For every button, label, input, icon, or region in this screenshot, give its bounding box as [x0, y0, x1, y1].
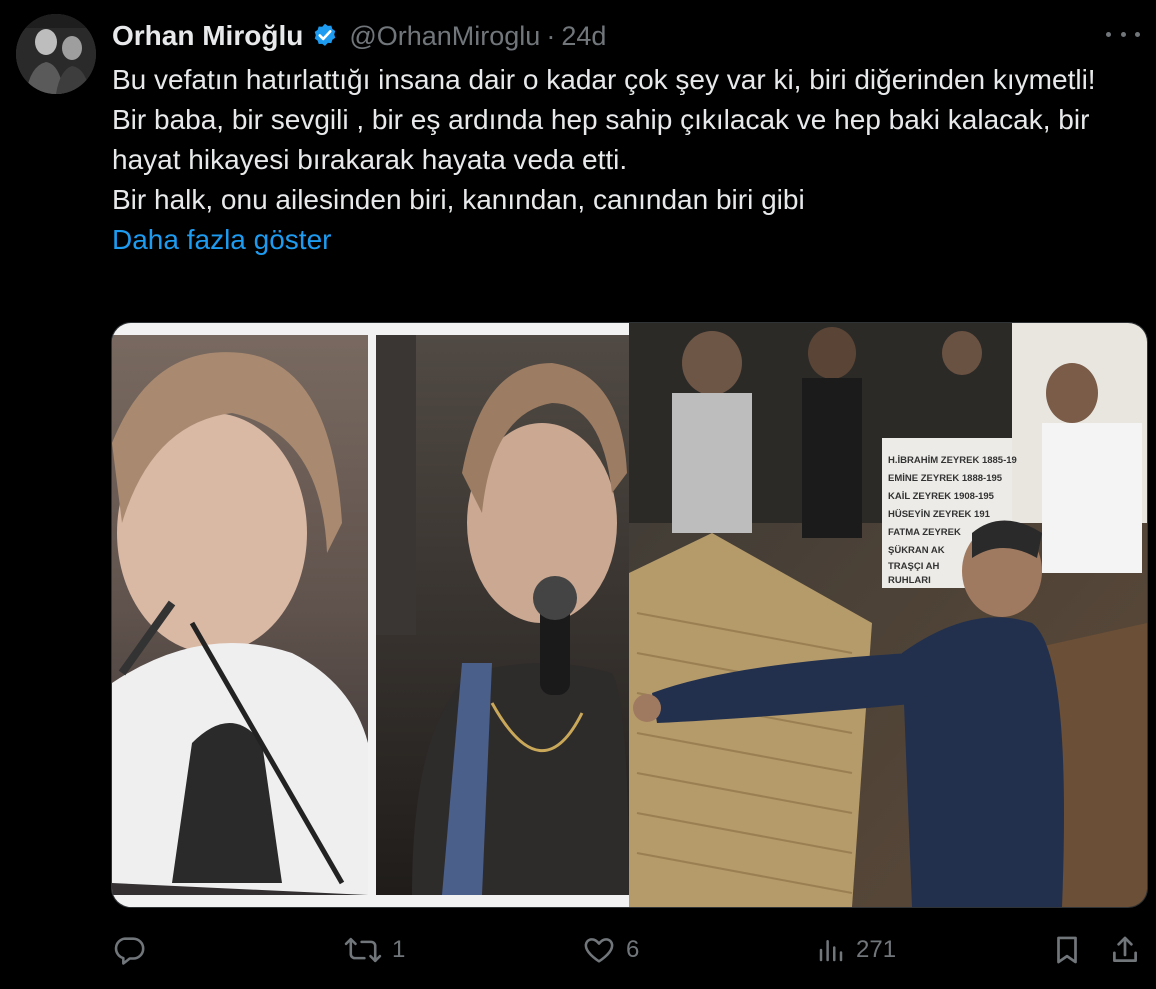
views-button[interactable]: 271	[816, 928, 896, 972]
bookmark-icon	[1050, 933, 1084, 967]
gravestone-text: RUHLARI	[888, 575, 931, 586]
reply-icon	[112, 933, 146, 967]
show-more-link[interactable]: Daha fazla göster	[112, 220, 331, 260]
like-button[interactable]: 6	[582, 928, 639, 972]
gravestone-text: FATMA ZEYREK	[888, 527, 961, 538]
tweet-text-line: Bir baba, bir sevgili , bir eş ardında h…	[112, 104, 1090, 175]
header-separator: ·	[546, 20, 556, 51]
repost-button[interactable]: 1	[344, 928, 405, 972]
repost-count: 1	[392, 936, 406, 963]
gravestone-text: H.İBRAHİM ZEYREK 1885-19	[888, 455, 1017, 466]
gravestone-text: KAİL ZEYREK 1908-195	[888, 491, 995, 502]
gravestone-text: EMİNE ZEYREK 1888-195	[888, 473, 1003, 484]
tweet-text-line: Bu vefatın hatırlattığı insana dair o ka…	[112, 64, 1096, 95]
avatar[interactable]	[16, 14, 96, 94]
analytics-icon	[816, 935, 846, 965]
more-icon[interactable]	[1106, 22, 1140, 46]
verified-badge-icon	[311, 22, 339, 50]
gravestone-text: ŞÜKRAN AK	[888, 545, 945, 556]
tweet-header: Orhan Miroğlu @OrhanMiroglu · 24d	[112, 16, 606, 56]
view-count: 271	[856, 936, 897, 963]
share-button[interactable]	[1108, 928, 1142, 972]
tweet[interactable]: Orhan Miroğlu @OrhanMiroglu · 24d Bu vef…	[0, 0, 1156, 989]
tweet-text: Bu vefatın hatırlattığı insana dair o ka…	[112, 60, 1142, 260]
tweet-timestamp[interactable]: 24d	[561, 21, 606, 52]
like-count: 6	[626, 936, 640, 963]
heart-icon	[582, 933, 616, 967]
tweet-media-image[interactable]: H.İBRAHİM ZEYREK 1885-19 EMİNE ZEYREK 18…	[111, 322, 1148, 908]
tweet-text-line: Bir halk, onu ailesinden biri, kanından,…	[112, 184, 805, 215]
gravestone-text: HÜSEYİN ZEYREK 191	[888, 509, 991, 520]
repost-icon	[344, 933, 382, 967]
gravestone-text: TRAŞÇI AH	[888, 561, 940, 572]
author-handle[interactable]: @OrhanMiroglu	[349, 21, 540, 52]
tweet-actions: 1 6 271	[112, 928, 1148, 972]
bookmark-button[interactable]	[1050, 928, 1084, 972]
reply-button[interactable]	[112, 928, 156, 972]
share-icon	[1108, 933, 1142, 967]
author-display-name[interactable]: Orhan Miroğlu	[112, 20, 303, 52]
